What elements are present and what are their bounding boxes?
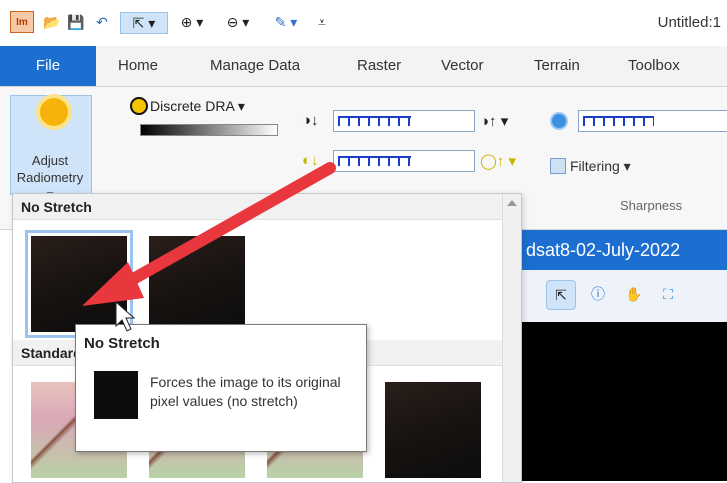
info-icon[interactable]: ⓘ xyxy=(584,280,612,308)
stretch-thumbnail-2[interactable] xyxy=(149,236,245,332)
gallery-scrollbar[interactable] xyxy=(502,194,521,482)
tab-vector[interactable]: Vector xyxy=(441,46,484,86)
tab-raster[interactable]: Raster xyxy=(357,46,401,86)
filtering-icon xyxy=(550,158,566,174)
section-title-no-stretch: No Stretch xyxy=(13,194,503,220)
viewer-title[interactable]: dsat8-02-July-2022 xyxy=(520,230,727,270)
zoom-out-icon[interactable]: ⊖ ▾ xyxy=(218,12,258,32)
brightness-up-icon[interactable]: ◑↑ ▾ xyxy=(480,112,508,130)
erase-icon[interactable]: ✎ ▾ xyxy=(262,12,310,32)
scroll-up-icon[interactable] xyxy=(507,200,517,206)
quick-access-toolbar: Im 📂 💾 ↶ ⇱ ▾ ⊕ ▾ ⊖ ▾ ✎ ▾ ⩡ Untitled:1 xyxy=(0,0,727,44)
tooltip-description: Forces the image to its original pixel v… xyxy=(150,374,341,409)
window-title: Untitled:1 xyxy=(657,14,721,31)
undo-icon[interactable]: ↶ xyxy=(92,12,112,32)
contrast-up-icon[interactable]: ◯↑ ▾ xyxy=(480,152,516,170)
contrast-slider[interactable] xyxy=(333,150,475,172)
viewer-toolbar: ⇱ ⓘ ✋ ⛶ xyxy=(520,270,727,323)
tab-file[interactable]: File xyxy=(0,46,96,86)
tooltip: No Stretch Forces the image to its origi… xyxy=(75,324,367,452)
standard-thumbnail-4[interactable] xyxy=(385,382,481,478)
fit-extent-icon[interactable]: ⛶ xyxy=(654,280,682,308)
select-arrow-icon[interactable]: ⇱ xyxy=(546,280,576,310)
app-logo: Im xyxy=(10,11,34,33)
tab-home[interactable]: Home xyxy=(118,46,158,86)
contrast-down-icon: ◐↓ xyxy=(302,152,319,169)
dra-icon xyxy=(130,97,148,115)
ribbon-tabs: File Home Manage Data Raster Vector Terr… xyxy=(0,46,727,87)
map-canvas[interactable] xyxy=(520,322,727,481)
pan-hand-icon[interactable]: ✋ xyxy=(620,280,648,308)
open-folder-icon[interactable]: 📂 xyxy=(42,12,62,32)
no-stretch-thumbnail[interactable] xyxy=(25,230,133,338)
sharpness-slider[interactable] xyxy=(578,110,727,132)
select-icon[interactable]: ⇱ ▾ xyxy=(120,12,168,34)
filtering-dropdown[interactable]: Filtering ▾ xyxy=(570,158,631,175)
customize-icon[interactable]: ⩡ xyxy=(312,12,332,32)
tab-toolbox[interactable]: Toolbox xyxy=(628,46,680,86)
sun-icon xyxy=(40,98,68,126)
tooltip-thumbnail xyxy=(94,371,138,419)
brightness-down-icon: ◑↓ xyxy=(302,112,319,129)
sharpness-group-label: Sharpness xyxy=(620,198,683,213)
sharpness-icon xyxy=(550,112,568,130)
tab-manage-data[interactable]: Manage Data xyxy=(210,46,300,86)
tab-terrain[interactable]: Terrain xyxy=(534,46,580,86)
dra-gradient-bar xyxy=(140,124,278,136)
zoom-in-icon[interactable]: ⊕ ▾ xyxy=(172,12,212,32)
save-icon[interactable]: 💾 xyxy=(66,12,86,32)
tooltip-title: No Stretch xyxy=(84,335,160,352)
discrete-dra-dropdown[interactable]: Discrete DRA ▾ xyxy=(150,98,245,115)
brightness-slider[interactable] xyxy=(333,110,475,132)
